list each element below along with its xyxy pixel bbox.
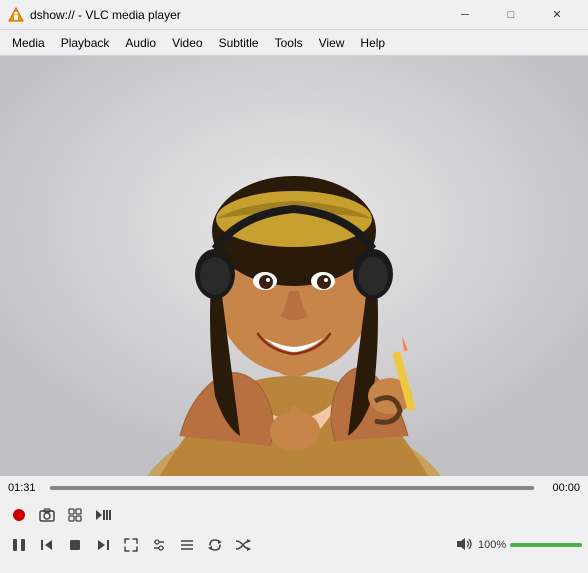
time-current: 01:31 [8, 482, 44, 494]
volume-icon[interactable] [456, 537, 474, 554]
menu-item-audio[interactable]: Audio [117, 33, 164, 53]
video-area [0, 56, 588, 476]
playlist-button[interactable] [174, 534, 200, 556]
volume-slider[interactable] [510, 543, 582, 547]
menu-item-help[interactable]: Help [352, 33, 393, 53]
video-content [0, 56, 588, 476]
volume-area: 100% [456, 537, 582, 554]
menu-bar: MediaPlaybackAudioVideoSubtitleToolsView… [0, 30, 588, 56]
menu-item-media[interactable]: Media [4, 33, 53, 53]
close-button[interactable]: ✕ [534, 0, 580, 30]
control-row-2: 100% [0, 530, 588, 560]
extended-button[interactable] [62, 504, 88, 526]
minimize-button[interactable]: ─ [442, 0, 488, 30]
progress-bar[interactable] [50, 486, 534, 490]
stop-button[interactable] [62, 534, 88, 556]
maximize-button[interactable]: □ [488, 0, 534, 30]
vlc-icon [8, 7, 24, 23]
random-button[interactable] [230, 534, 256, 556]
menu-item-subtitle[interactable]: Subtitle [211, 33, 267, 53]
window-title: dshow:// - VLC media player [30, 8, 442, 22]
title-bar: dshow:// - VLC media player ─ □ ✕ [0, 0, 588, 30]
progress-fill [50, 486, 534, 490]
next-chapter-button[interactable] [90, 534, 116, 556]
extended-settings-button[interactable] [146, 534, 172, 556]
menu-item-tools[interactable]: Tools [267, 33, 311, 53]
menu-item-view[interactable]: View [311, 33, 353, 53]
fullscreen-button[interactable] [118, 534, 144, 556]
controls-area: 01:31 00:00 [0, 476, 588, 560]
record-button[interactable] [6, 504, 32, 526]
frame-advance-button[interactable] [90, 504, 116, 526]
loop-button[interactable] [202, 534, 228, 556]
snapshot-button[interactable] [34, 504, 60, 526]
prev-chapter-button[interactable] [34, 534, 60, 556]
time-bar: 01:31 00:00 [0, 476, 588, 500]
play-pause-button[interactable] [6, 534, 32, 556]
video-frame [0, 56, 588, 476]
control-row-1 [0, 500, 588, 530]
menu-item-playback[interactable]: Playback [53, 33, 118, 53]
time-end: 00:00 [540, 482, 580, 494]
volume-fill [510, 543, 582, 547]
window-controls: ─ □ ✕ [442, 0, 580, 30]
volume-label: 100% [478, 539, 506, 551]
menu-item-video[interactable]: Video [164, 33, 210, 53]
